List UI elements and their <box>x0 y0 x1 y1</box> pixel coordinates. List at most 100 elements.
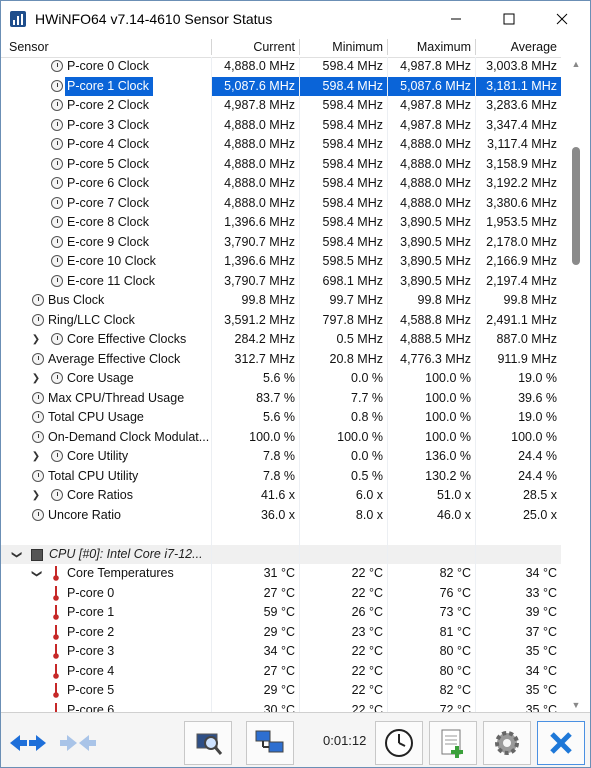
table-row[interactable]: E-core 10 Clock 1,396.6 MHz 598.5 MHz 3,… <box>1 252 561 272</box>
gear-icon <box>495 731 519 755</box>
table-row[interactable]: Bus Clock 99.8 MHz 99.7 MHz 99.8 MHz 99.… <box>1 291 561 311</box>
table-row[interactable]: P-core 6 Clock 4,888.0 MHz 598.4 MHz 4,8… <box>1 174 561 194</box>
table-row[interactable]: E-core 8 Clock 1,396.6 MHz 598.4 MHz 3,8… <box>1 213 561 233</box>
value-minimum: 598.4 MHz <box>300 76 387 96</box>
value-average: 2,166.9 MHz <box>486 254 557 268</box>
network-button[interactable] <box>246 721 294 765</box>
header-minimum[interactable]: Minimum <box>300 37 383 57</box>
table-row[interactable]: P-core 0 27 °C 22 °C 76 °C 33 °C <box>1 584 561 604</box>
column-gridline <box>475 57 476 712</box>
value-maximum: 82 °C <box>439 683 471 697</box>
value-average: 3,192.2 MHz <box>486 176 557 190</box>
value-average: 911.9 MHz <box>497 351 557 366</box>
header-average[interactable]: Average <box>476 37 557 57</box>
add-report-icon <box>441 729 463 758</box>
logging-button[interactable] <box>184 721 232 765</box>
chevron-right-icon[interactable]: ❯ <box>31 486 41 506</box>
table-row[interactable]: Total CPU Utility 7.8 % 0.5 % 130.2 % 24… <box>1 467 561 487</box>
settings-button[interactable] <box>483 721 531 765</box>
table-row[interactable]: On-Demand Clock Modulat... 100.0 % 100.0… <box>1 428 561 448</box>
close-sensors-button[interactable] <box>537 721 585 765</box>
value-average: 39 °C <box>525 605 557 619</box>
table-row[interactable]: P-core 4 Clock 4,888.0 MHz 598.4 MHz 4,8… <box>1 135 561 155</box>
value-maximum: 51.0 x <box>436 488 471 502</box>
sensor-name: Total CPU Usage <box>48 410 144 424</box>
chevron-right-icon[interactable]: ❯ <box>31 447 41 467</box>
table-row-selected[interactable]: P-core 1 Clock 5,087.6 MHz 598.4 MHz 5,0… <box>1 76 561 96</box>
value-maximum: 100.0 % <box>425 410 471 424</box>
reset-timer-button[interactable] <box>375 721 423 765</box>
table-row[interactable]: ❯ Core Usage 5.6 % 0.0 % 100.0 % 19.0 % <box>1 369 561 389</box>
table-row[interactable]: Max CPU/Thread Usage 83.7 % 7.7 % 100.0 … <box>1 389 561 409</box>
sensor-name: P-core 1 Clock <box>65 76 153 96</box>
header-maximum[interactable]: Maximum <box>388 37 471 57</box>
value-current: 41.6 x <box>260 488 295 502</box>
clock-icon <box>51 79 63 92</box>
value-current: 7.8 % <box>263 449 295 463</box>
table-row[interactable]: P-core 2 Clock 4,987.8 MHz 598.4 MHz 4,9… <box>1 96 561 116</box>
table-row[interactable]: Ring/LLC Clock 3,591.2 MHz 797.8 MHz 4,5… <box>1 311 561 331</box>
table-row[interactable]: ❯ Core Utility 7.8 % 0.0 % 136.0 % 24.4 … <box>1 447 561 467</box>
sensor-name: On-Demand Clock Modulat... <box>48 429 210 444</box>
table-row[interactable]: ❯ Core Ratios 41.6 x 6.0 x 51.0 x 28.5 x <box>1 486 561 506</box>
value-maximum: 100.0 % <box>425 371 471 385</box>
title-bar[interactable]: HWiNFO64 v7.14-4610 Sensor Status <box>1 1 590 37</box>
value-maximum: 3,890.5 MHz <box>400 254 471 268</box>
thermometer-icon <box>53 624 59 640</box>
table-row[interactable]: P-core 1 59 °C 26 °C 73 °C 39 °C <box>1 603 561 623</box>
value-maximum: 72 °C <box>439 702 471 713</box>
value-current: 5,087.6 MHz <box>212 76 299 96</box>
table-row[interactable]: ❯ Core Effective Clocks 284.2 MHz 0.5 MH… <box>1 330 561 350</box>
scroll-up-arrow-icon[interactable]: ▲ <box>570 59 582 69</box>
value-average: 100.0 % <box>511 429 557 444</box>
table-row[interactable]: Uncore Ratio 36.0 x 8.0 x 46.0 x 25.0 x <box>1 506 561 526</box>
clock-icon <box>51 450 63 462</box>
table-row[interactable]: Average Effective Clock 312.7 MHz 20.8 M… <box>1 350 561 370</box>
collapse-button[interactable] <box>55 721 101 765</box>
minimize-button[interactable] <box>433 1 479 37</box>
close-x-icon <box>550 732 572 754</box>
chevron-down-icon[interactable]: ❯ <box>6 549 26 559</box>
chevron-right-icon[interactable]: ❯ <box>31 330 41 350</box>
sensor-name: Average Effective Clock <box>48 351 181 366</box>
table-row[interactable]: P-core 0 Clock 4,888.0 MHz 598.4 MHz 4,9… <box>1 57 561 77</box>
table-row[interactable]: P-core 6 30 °C 22 °C 72 °C 35 °C <box>1 701 561 713</box>
value-current: 7.8 % <box>263 468 295 483</box>
table-row[interactable]: P-core 2 29 °C 23 °C 81 °C 37 °C <box>1 623 561 643</box>
scrollbar-thumb[interactable] <box>572 147 580 265</box>
sensor-group-header[interactable]: ❯ CPU [#0]: Intel Core i7-12... <box>1 544 561 564</box>
scroll-down-arrow-icon[interactable]: ▼ <box>570 700 582 710</box>
table-row[interactable]: P-core 5 29 °C 22 °C 82 °C 35 °C <box>1 681 561 701</box>
table-row[interactable]: P-core 3 34 °C 22 °C 80 °C 35 °C <box>1 642 561 662</box>
table-row[interactable]: P-core 7 Clock 4,888.0 MHz 598.4 MHz 4,8… <box>1 194 561 214</box>
sensor-name: P-core 5 Clock <box>67 156 149 171</box>
value-minimum: 7.7 % <box>351 390 383 405</box>
value-current: 100.0 % <box>249 429 295 444</box>
table-row[interactable]: P-core 5 Clock 4,888.0 MHz 598.4 MHz 4,8… <box>1 155 561 175</box>
maximize-button[interactable] <box>486 1 532 37</box>
table-row[interactable]: ❯ Core Temperatures 31 °C 22 °C 82 °C 34… <box>1 564 561 584</box>
table-row[interactable]: E-core 11 Clock 3,790.7 MHz 698.1 MHz 3,… <box>1 272 561 292</box>
value-minimum: 0.8 % <box>351 410 383 424</box>
chevron-right-icon[interactable]: ❯ <box>31 369 41 389</box>
value-minimum: 100.0 % <box>337 429 383 444</box>
header-current[interactable]: Current <box>212 37 295 57</box>
close-icon <box>556 13 568 25</box>
navigate-button[interactable] <box>5 721 51 765</box>
table-row[interactable]: E-core 9 Clock 3,790.7 MHz 598.4 MHz 3,8… <box>1 233 561 253</box>
value-current: 31 °C <box>263 566 295 580</box>
value-average: 1,953.5 MHz <box>486 215 557 229</box>
sensor-status-window: HWiNFO64 v7.14-4610 Sensor Status Sensor… <box>0 0 591 768</box>
chevron-down-icon[interactable]: ❯ <box>26 569 46 579</box>
value-minimum: 23 °C <box>351 624 383 639</box>
thermometer-icon <box>54 702 58 712</box>
table-row[interactable]: P-core 4 27 °C 22 °C 80 °C 34 °C <box>1 662 561 682</box>
value-minimum: 598.4 MHz <box>322 215 383 229</box>
header-sensor[interactable]: Sensor <box>9 37 49 57</box>
table-row[interactable]: P-core 3 Clock 4,888.0 MHz 598.4 MHz 4,9… <box>1 116 561 136</box>
table-row[interactable]: Total CPU Usage 5.6 % 0.8 % 100.0 % 19.0… <box>1 408 561 428</box>
value-maximum: 4,888.0 MHz <box>400 195 471 210</box>
report-button[interactable] <box>429 721 477 765</box>
close-window-button[interactable] <box>539 1 585 37</box>
bottom-toolbar: 0:01:12 <box>1 712 590 767</box>
